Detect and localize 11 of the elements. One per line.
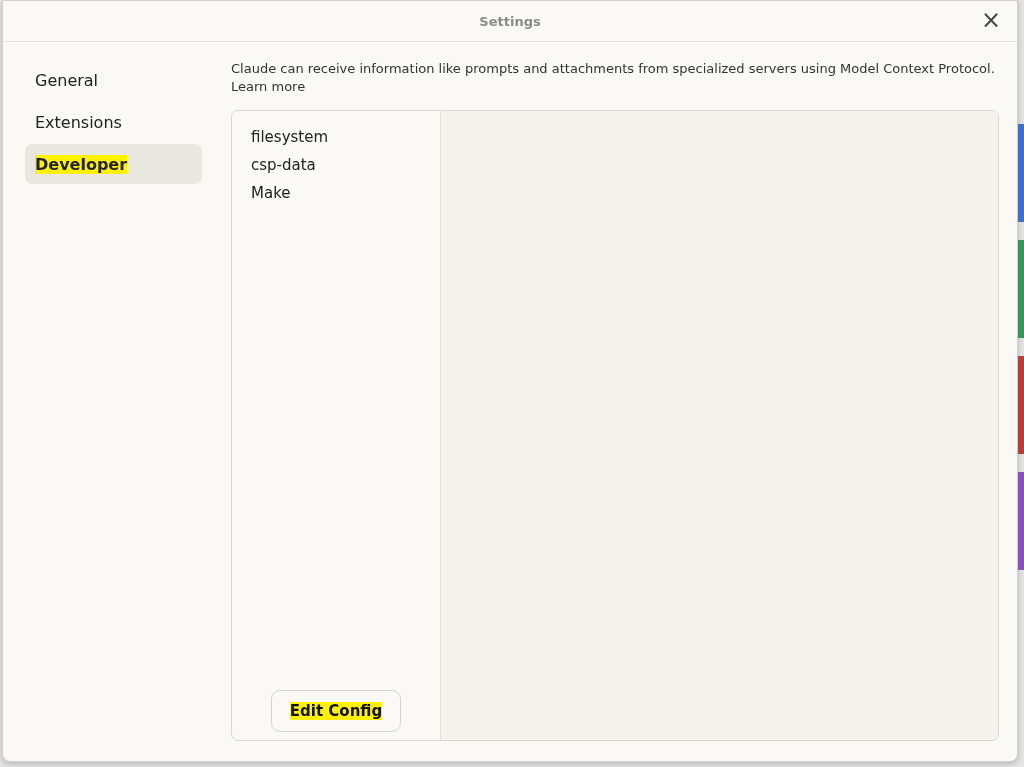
sidebar-item[interactable]: Extensions — [25, 102, 202, 142]
server-item[interactable]: csp-data — [242, 151, 430, 179]
sidebar-item[interactable]: General — [25, 60, 202, 100]
edit-config-button[interactable]: Edit Config — [270, 690, 402, 732]
description-text: Claude can receive information like prompts and attachments from specialized servers using Model Context Protocol. Learn more — [231, 60, 996, 96]
server-item[interactable]: filesystem — [242, 123, 430, 151]
server-item[interactable]: Make — [242, 179, 430, 207]
sidebar-item[interactable]: Developer — [25, 144, 202, 184]
learn-more-link[interactable]: Learn more — [231, 79, 306, 94]
close-button[interactable]: × — [976, 9, 1005, 31]
window-title: Settings — [479, 13, 541, 29]
